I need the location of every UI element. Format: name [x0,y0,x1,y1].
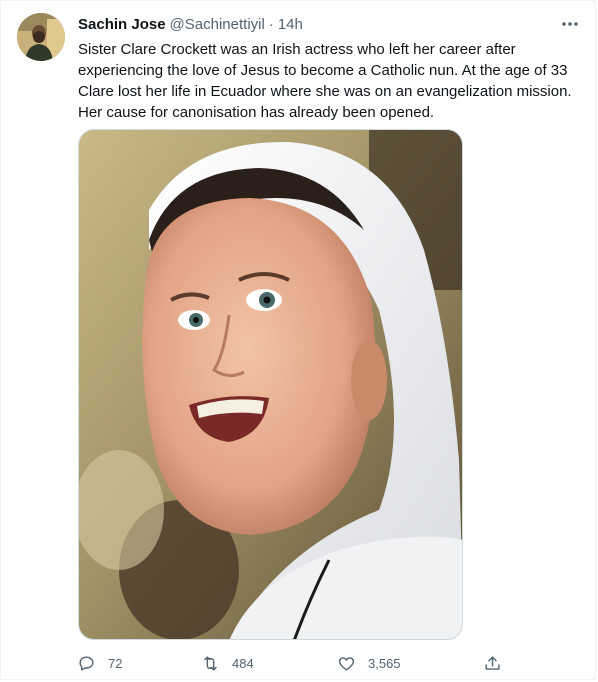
tweet-timestamp[interactable]: 14h [278,16,303,33]
more-horizontal-icon [562,22,578,26]
photo-image [79,130,462,639]
like-count: 3,565 [368,655,401,671]
avatar-image [17,13,65,61]
share-icon [485,655,500,670]
share-button[interactable] [483,649,502,677]
heart-icon [338,656,355,671]
like-button[interactable]: 3,565 [337,649,401,677]
reply-button[interactable]: 72 [77,649,122,677]
separator-dot: · [268,15,274,33]
tweet-actions: 72 484 3,565 [73,649,513,677]
retweet-count: 484 [232,655,254,671]
author-name[interactable]: Sachin Jose [78,16,166,33]
author-handle[interactable]: @Sachinettiyil [170,16,265,33]
retweet-button[interactable]: 484 [201,649,254,677]
tweet-header: Sachin Jose @Sachinettiyil · 14h [78,13,583,35]
reply-icon [79,655,94,671]
more-options-button[interactable] [557,13,583,35]
reply-count: 72 [108,655,123,671]
tweet-photo[interactable] [78,129,463,640]
tweet-text: Sister Clare Crockett was an Irish actre… [78,41,572,121]
tweet-card[interactable]: Sachin Jose @Sachinettiyil · 14h Sister … [0,0,596,680]
avatar[interactable] [17,13,65,61]
retweet-icon [204,655,217,671]
